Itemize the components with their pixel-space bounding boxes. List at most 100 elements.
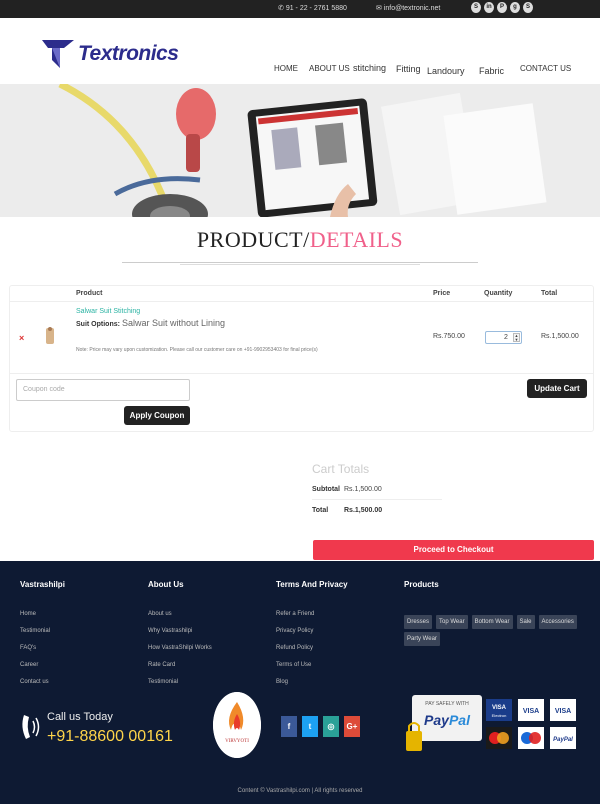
- email-address[interactable]: info@textronic.net: [384, 5, 441, 12]
- cart-totals: Cart Totals Subtotal Rs.1,500.00 Total R…: [312, 462, 594, 521]
- virvyoti-logo: VIRVYOTI: [213, 692, 261, 758]
- page-heading-part1: PRODUCT/: [196, 227, 310, 252]
- call-us-number[interactable]: +91-88600 00161: [47, 728, 173, 746]
- footer-link[interactable]: About us: [148, 611, 212, 628]
- call-us-block: Call us Today +91-88600 00161: [20, 711, 173, 748]
- logo-text: Textronics: [78, 42, 179, 65]
- quantity-stepper[interactable]: 2 ▲ ▼: [485, 331, 522, 344]
- footer-link[interactable]: Refund Policy: [276, 645, 348, 662]
- cart-totals-title: Cart Totals: [312, 462, 370, 476]
- footer-link[interactable]: Home: [20, 611, 65, 628]
- remove-item-icon[interactable]: ×: [19, 333, 24, 343]
- title-divider-inner: [180, 264, 420, 265]
- svg-text:Electron: Electron: [492, 713, 507, 718]
- footer-col-terms: Terms And Privacy Refer a Friend Privacy…: [276, 580, 348, 696]
- footer-link[interactable]: Refer a Friend: [276, 611, 348, 628]
- payment-methods: PAY SAFELY WITH PayPal VISA Electron VIS…: [406, 695, 576, 751]
- google-plus-icon[interactable]: g: [510, 2, 520, 13]
- proceed-to-checkout-button[interactable]: Proceed to Checkout: [313, 540, 594, 560]
- svg-text:PayPal: PayPal: [424, 712, 471, 728]
- top-bar: ✆ 91 - 22 - 2761 5880 ✉ info@textronic.n…: [0, 0, 600, 18]
- apply-coupon-button[interactable]: Apply Coupon: [124, 406, 190, 425]
- google-plus-icon[interactable]: G+: [344, 716, 360, 737]
- footer-link[interactable]: How VastraShilpi Works: [148, 645, 212, 662]
- footer-link[interactable]: Terms of Use: [276, 662, 348, 679]
- svg-text:PayPal: PayPal: [553, 737, 573, 743]
- nav-home[interactable]: HOME: [274, 64, 298, 73]
- footer-col3-title: Terms And Privacy: [276, 580, 348, 589]
- footer-link[interactable]: Career: [20, 662, 65, 679]
- phone-text: ✆ 91 - 22 - 2761 5880: [278, 5, 347, 12]
- col-total: Total: [541, 290, 558, 297]
- footer-col-about: About Us About us Why Vastrashilpi How V…: [148, 580, 212, 696]
- footer-link[interactable]: Testimonial: [20, 628, 65, 645]
- page-title: PRODUCT/DETAILS: [0, 217, 600, 269]
- nav-landoury[interactable]: Landoury: [427, 66, 465, 76]
- product-thumbnail[interactable]: [43, 326, 57, 346]
- cart-table: Product Price Quantity Total × Salwar Su…: [9, 285, 594, 432]
- product-tag[interactable]: Dresses: [404, 615, 433, 629]
- svg-text:PAY SAFELY WITH: PAY SAFELY WITH: [425, 701, 469, 707]
- col-product: Product: [76, 290, 103, 297]
- price-note: Note: Price may vary upon customization.…: [76, 347, 318, 353]
- item-price: Rs.750.00: [433, 333, 465, 340]
- footer-link[interactable]: FAQ's: [20, 645, 65, 662]
- total-value: Rs.1,500.00: [344, 507, 383, 514]
- skype-icon[interactable]: S: [471, 2, 481, 13]
- product-tag[interactable]: Sale: [516, 615, 535, 629]
- svg-text:VISA: VISA: [492, 705, 507, 711]
- footer-col4-title: Products: [404, 580, 439, 589]
- totals-divider: [312, 499, 442, 500]
- product-tag[interactable]: Bottom Wear: [471, 615, 513, 629]
- email-text[interactable]: ✉ info@textronic.net: [376, 4, 440, 12]
- item-total: Rs.1,500.00: [541, 333, 579, 340]
- nav-stitching[interactable]: stitching: [353, 63, 386, 73]
- phone-number: 91 - 22 - 2761 5880: [285, 5, 347, 12]
- nav-fitting[interactable]: Fitting: [396, 64, 421, 74]
- subtotal-value: Rs.1,500.00: [344, 486, 382, 493]
- site-footer: Vastrashilpi Home Testimonial FAQ's Care…: [0, 561, 600, 804]
- phone-icon: [22, 715, 40, 739]
- footer-link[interactable]: Rate Card: [148, 662, 212, 679]
- linkedin-icon[interactable]: in: [484, 2, 494, 13]
- quantity-value[interactable]: 2: [504, 334, 508, 341]
- nav-about-us[interactable]: ABOUT US: [309, 64, 350, 73]
- subtotal-label: Subtotal: [312, 486, 340, 493]
- pinterest-icon[interactable]: P: [497, 2, 507, 13]
- top-social-icons: S in P g S: [471, 2, 533, 13]
- footer-link[interactable]: Contact us: [20, 679, 65, 696]
- page-heading-part2: DETAILS: [309, 227, 404, 252]
- footer-link[interactable]: Privacy Policy: [276, 628, 348, 645]
- logo-mark-icon: [42, 40, 74, 68]
- hero-banner: [0, 84, 600, 217]
- instagram-icon[interactable]: ◎: [323, 716, 339, 737]
- col-price: Price: [433, 290, 451, 297]
- product-name-link[interactable]: Salwar Suit Stitching: [76, 308, 140, 315]
- options-value: Salwar Suit without Lining: [121, 318, 226, 328]
- product-tag[interactable]: Accessories: [538, 615, 577, 629]
- svg-text:VIRVYOTI: VIRVYOTI: [225, 739, 249, 744]
- facebook-icon[interactable]: f: [281, 716, 297, 737]
- total-row: Total Rs.1,500.00: [312, 507, 594, 521]
- svg-text:VISA: VISA: [523, 708, 539, 715]
- footer-link[interactable]: Why Vastrashilpi: [148, 628, 212, 645]
- footer-col2-title: About Us: [148, 580, 184, 589]
- twitter-icon[interactable]: t: [302, 716, 318, 737]
- skype-icon[interactable]: S: [523, 2, 533, 13]
- footer-link[interactable]: Testimonial: [148, 679, 212, 696]
- product-tag[interactable]: Top Wear: [436, 615, 468, 629]
- product-tag[interactable]: Party Wear: [404, 632, 440, 646]
- stepper-arrows-icon[interactable]: ▲ ▼: [513, 333, 520, 342]
- subtotal-row: Subtotal Rs.1,500.00: [312, 486, 594, 506]
- copyright: Content © Vastrashilpi.com | All rights …: [237, 788, 363, 794]
- nav-contact-us[interactable]: CONTACT US: [520, 64, 571, 73]
- site-logo[interactable]: Textronics: [40, 38, 179, 70]
- coupon-input[interactable]: Coupon code: [16, 379, 190, 401]
- call-us-label: Call us Today: [47, 711, 113, 723]
- footer-link[interactable]: Blog: [276, 679, 348, 696]
- total-label: Total: [312, 507, 329, 514]
- col-quantity: Quantity: [484, 290, 513, 297]
- update-cart-button[interactable]: Update Cart: [527, 379, 587, 398]
- nav-fabric[interactable]: Fabric: [479, 66, 504, 76]
- product-tags: Dresses Top Wear Bottom Wear Sale Access…: [404, 615, 584, 646]
